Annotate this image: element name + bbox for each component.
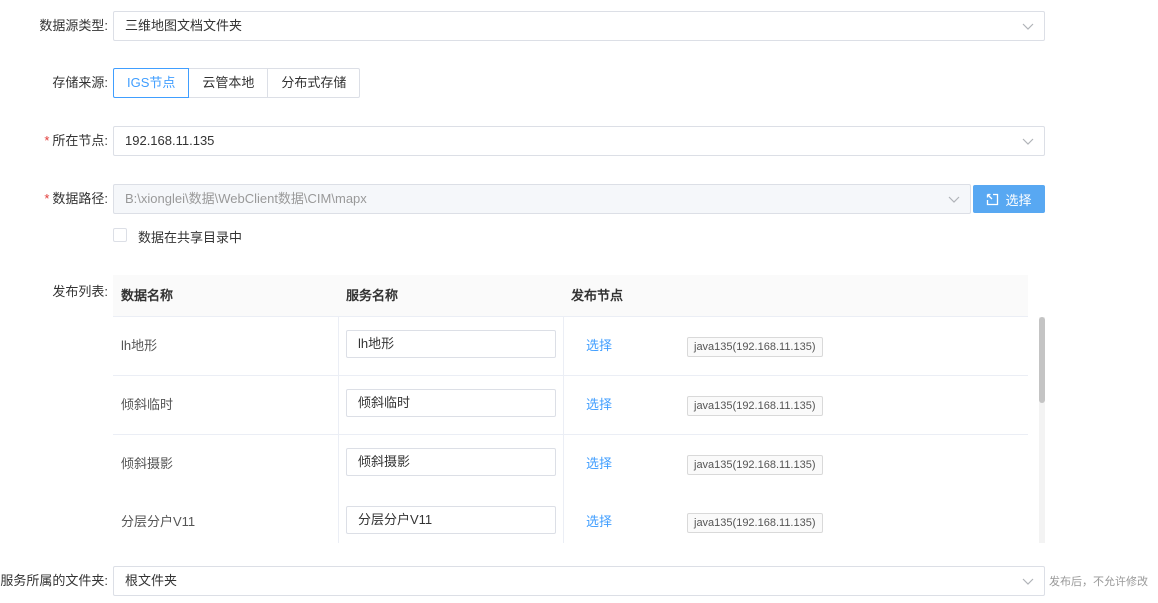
node-select[interactable]: 192.168.11.135 bbox=[113, 126, 1045, 156]
chevron-down-icon bbox=[948, 196, 960, 203]
required-mark: * bbox=[44, 191, 50, 206]
table-row: 倾斜临时 倾斜临时 选择 java135(192.168.11.135) bbox=[113, 376, 1028, 435]
data-source-type-select[interactable]: 三维地图文档文件夹 bbox=[113, 11, 1045, 41]
storage-option-distributed[interactable]: 分布式存储 bbox=[267, 68, 361, 98]
column-header-publish-node: 发布节点 bbox=[571, 288, 624, 303]
publish-table: 数据名称 服务名称 发布节点 lh地形 lh地形 选择 java135(192.… bbox=[113, 275, 1045, 543]
table-row: lh地形 lh地形 选择 java135(192.168.11.135) bbox=[113, 317, 1028, 376]
node-tag: java135(192.168.11.135) bbox=[687, 337, 823, 357]
table-header: 数据名称 服务名称 发布节点 bbox=[113, 275, 1028, 317]
select-folder-icon bbox=[987, 193, 999, 205]
select-path-button[interactable]: 选择 bbox=[973, 185, 1045, 213]
required-mark: * bbox=[44, 133, 50, 148]
data-path-label: * 数据路径: bbox=[44, 191, 108, 206]
data-name-cell: 倾斜摄影 bbox=[121, 456, 174, 471]
table-row: 倾斜摄影 倾斜摄影 选择 java135(192.168.11.135) bbox=[113, 435, 1028, 494]
chevron-down-icon bbox=[1022, 578, 1034, 585]
data-path-value: B:\xionglei\数据\WebClient数据\CIM\mapx bbox=[125, 191, 367, 206]
service-name-input[interactable]: 分层分户V11 bbox=[346, 506, 556, 534]
node-value: 192.168.11.135 bbox=[125, 133, 215, 148]
node-tag: java135(192.168.11.135) bbox=[687, 513, 823, 533]
data-name-cell: 倾斜临时 bbox=[121, 397, 174, 412]
node-label: * 所在节点: bbox=[44, 133, 108, 148]
publish-list-label: 发布列表: bbox=[52, 284, 108, 299]
select-node-link[interactable]: 选择 bbox=[586, 435, 612, 493]
service-folder-note: 发布后，不允许修改 bbox=[1049, 576, 1148, 588]
service-name-input[interactable]: 倾斜摄影 bbox=[346, 448, 556, 476]
node-tag: java135(192.168.11.135) bbox=[687, 455, 823, 475]
table-row: 分层分户V11 分层分户V11 选择 java135(192.168.11.13… bbox=[113, 493, 1028, 543]
chevron-down-icon bbox=[1022, 138, 1034, 145]
storage-option-cloud-local[interactable]: 云管本地 bbox=[188, 68, 269, 98]
shared-directory-label[interactable]: 数据在共享目录中 bbox=[138, 227, 242, 246]
data-source-type-label: 数据源类型: bbox=[39, 18, 108, 33]
select-node-link[interactable]: 选择 bbox=[586, 493, 612, 543]
service-folder-label: 服务所属的文件夹: bbox=[0, 573, 108, 588]
node-tag: java135(192.168.11.135) bbox=[687, 396, 823, 416]
data-path-select: B:\xionglei\数据\WebClient数据\CIM\mapx bbox=[113, 184, 971, 214]
chevron-down-icon bbox=[1022, 23, 1034, 30]
data-source-type-value: 三维地图文档文件夹 bbox=[125, 18, 243, 33]
service-name-input[interactable]: lh地形 bbox=[346, 330, 556, 358]
storage-source-radio-group: IGS节点 云管本地 分布式存储 bbox=[113, 68, 361, 98]
select-node-link[interactable]: 选择 bbox=[586, 317, 612, 375]
column-header-data-name: 数据名称 bbox=[121, 288, 174, 303]
table-scrollbar-thumb[interactable] bbox=[1039, 317, 1045, 403]
service-name-input[interactable]: 倾斜临时 bbox=[346, 389, 556, 417]
storage-option-igs-node[interactable]: IGS节点 bbox=[113, 68, 190, 98]
service-folder-select[interactable]: 根文件夹 bbox=[113, 566, 1045, 596]
column-header-service-name: 服务名称 bbox=[346, 288, 399, 303]
service-folder-value: 根文件夹 bbox=[125, 573, 178, 588]
storage-source-label: 存储来源: bbox=[52, 75, 108, 90]
data-name-cell: lh地形 bbox=[121, 338, 158, 353]
data-name-cell: 分层分户V11 bbox=[121, 514, 196, 529]
shared-directory-checkbox[interactable] bbox=[113, 228, 127, 242]
select-node-link[interactable]: 选择 bbox=[586, 376, 612, 434]
